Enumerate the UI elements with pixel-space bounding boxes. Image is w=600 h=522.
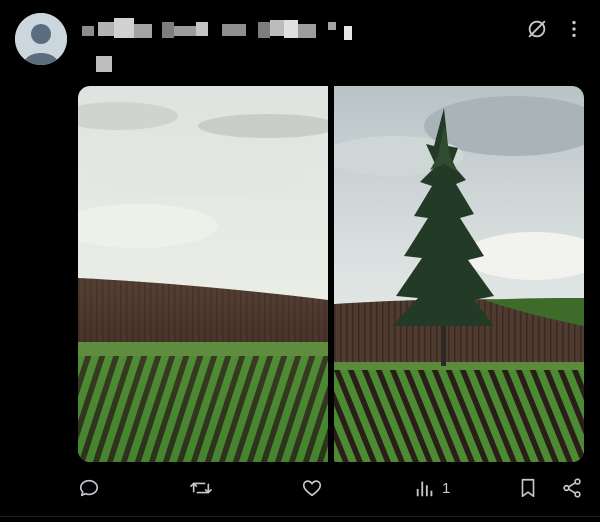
author-name-redacted[interactable] bbox=[82, 18, 357, 44]
repost-button[interactable] bbox=[189, 476, 219, 500]
redacted-block bbox=[222, 24, 246, 36]
redacted-block bbox=[328, 22, 336, 30]
heart-icon bbox=[302, 480, 322, 497]
landscape-photo-icon bbox=[78, 86, 328, 462]
bookmark-button[interactable] bbox=[517, 476, 539, 500]
like-button[interactable] bbox=[301, 476, 329, 500]
redacted-block bbox=[284, 20, 298, 38]
redacted-block bbox=[298, 24, 316, 38]
avatar[interactable] bbox=[15, 13, 67, 65]
redacted-block bbox=[134, 24, 152, 38]
views-button[interactable]: 1 bbox=[414, 476, 450, 500]
bookmark-icon bbox=[521, 478, 535, 498]
redacted-block bbox=[344, 26, 352, 40]
redacted-block bbox=[98, 22, 114, 36]
divider bbox=[0, 516, 600, 517]
redacted-block bbox=[162, 22, 174, 38]
share-button[interactable] bbox=[561, 476, 583, 500]
repost-icon bbox=[190, 482, 212, 494]
reply-icon bbox=[79, 479, 99, 497]
redacted-block bbox=[270, 20, 284, 36]
photo-lone-tree[interactable] bbox=[334, 86, 584, 462]
views-icon bbox=[416, 481, 433, 497]
redacted-block bbox=[114, 18, 134, 38]
post-card: 1 bbox=[0, 0, 600, 522]
share-icon bbox=[563, 478, 581, 498]
redacted-block bbox=[174, 26, 196, 36]
redacted-block bbox=[196, 22, 208, 36]
views-count: 1 bbox=[442, 479, 451, 497]
redacted-block bbox=[82, 26, 94, 36]
author-handle-redacted[interactable] bbox=[96, 56, 112, 72]
grok-slash-icon[interactable] bbox=[525, 17, 549, 41]
reply-button[interactable] bbox=[78, 476, 106, 500]
default-avatar-icon bbox=[15, 13, 67, 65]
photo-wheat-field[interactable] bbox=[78, 86, 328, 462]
redacted-block bbox=[258, 22, 270, 38]
more-vertical-icon[interactable] bbox=[562, 17, 586, 41]
media-grid bbox=[78, 86, 584, 462]
action-bar: 1 bbox=[0, 470, 600, 506]
tree-photo-icon bbox=[334, 86, 584, 462]
